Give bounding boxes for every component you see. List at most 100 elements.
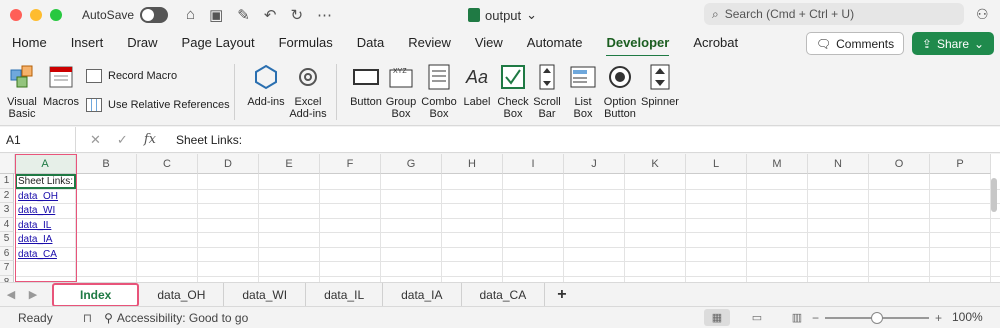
column-header-e[interactable]: E (259, 154, 320, 174)
macro-recording-icon[interactable]: ⊓ (83, 311, 92, 325)
column-cells-k[interactable] (625, 174, 686, 282)
row-header-3[interactable]: 3 (0, 203, 14, 218)
row-header-6[interactable]: 6 (0, 246, 14, 261)
row-header-5[interactable]: 5 (0, 232, 14, 247)
home-icon[interactable]: ⌂ (186, 6, 195, 24)
worksheet-grid[interactable]: A B C D E F G H I J K L M N O P 1 2 3 4 5 6 7 8 Sheet Links: data… (0, 154, 1000, 282)
button-control[interactable]: Button (346, 62, 386, 108)
normal-view-icon[interactable]: ▦ (704, 309, 730, 326)
share-button[interactable]: ⇪ Share ⌄ (912, 32, 994, 55)
macros-button[interactable]: Macros (42, 62, 80, 108)
column-cells-p[interactable] (930, 174, 991, 282)
tab-view[interactable]: View (463, 30, 515, 56)
tab-review[interactable]: Review (396, 30, 463, 56)
scroll-bar-control[interactable]: Scroll Bar (532, 62, 562, 120)
tab-insert[interactable]: Insert (59, 30, 116, 56)
column-header-h[interactable]: H (442, 154, 503, 174)
tab-acrobat[interactable]: Acrobat (681, 30, 750, 56)
tab-data[interactable]: Data (345, 30, 396, 56)
row-header-7[interactable]: 7 (0, 261, 14, 276)
option-button-control[interactable]: Option Button (602, 62, 638, 120)
vertical-scrollbar[interactable] (991, 178, 997, 212)
select-all-corner[interactable] (0, 154, 15, 174)
redo-icon[interactable]: ↻ (290, 6, 303, 24)
zoom-slider-knob[interactable] (871, 312, 884, 324)
name-box[interactable]: A1 (0, 126, 76, 153)
column-header-p[interactable]: P (930, 154, 991, 174)
column-header-f[interactable]: F (320, 154, 381, 174)
cancel-icon[interactable]: ✕ (90, 132, 101, 148)
save-icon[interactable]: ▣ (209, 6, 223, 24)
row-header-4[interactable]: 4 (0, 217, 14, 232)
sheet-tab-data-oh[interactable]: data_OH (139, 282, 225, 307)
excel-addins-button[interactable]: Excel Add-ins (288, 62, 328, 120)
zoom-window-button[interactable] (50, 9, 62, 21)
close-window-button[interactable] (10, 9, 22, 21)
column-cells-n[interactable] (808, 174, 869, 282)
confirm-icon[interactable]: ✓ (117, 132, 128, 148)
more-icon[interactable]: ⋯ (317, 6, 332, 24)
addins-button[interactable]: Add-ins (246, 62, 286, 108)
next-sheet-icon[interactable]: ▶ (22, 288, 44, 301)
column-header-l[interactable]: L (686, 154, 747, 174)
column-cells-m[interactable] (747, 174, 808, 282)
row-header-1[interactable]: 1 (0, 174, 14, 189)
sheet-tab-index[interactable]: Index (52, 282, 140, 307)
column-header-c[interactable]: C (137, 154, 198, 174)
column-header-n[interactable]: N (808, 154, 869, 174)
page-break-view-icon[interactable]: ▥ (784, 309, 810, 326)
column-cells-h[interactable] (442, 174, 503, 282)
sheet-tab-data-ca[interactable]: data_CA (462, 282, 546, 307)
function-icon[interactable]: fx (144, 132, 156, 148)
zoom-in-icon[interactable]: + (935, 311, 942, 325)
zoom-slider[interactable] (825, 312, 930, 324)
previous-sheet-icon[interactable]: ◀ (0, 288, 22, 301)
column-cells-j[interactable] (564, 174, 625, 282)
check-box-control[interactable]: Check Box (496, 62, 530, 120)
column-cells-f[interactable] (320, 174, 381, 282)
column-header-i[interactable]: I (503, 154, 564, 174)
column-header-d[interactable]: D (198, 154, 259, 174)
tab-developer[interactable]: Developer (594, 30, 681, 57)
zoom-percentage[interactable]: 100% (952, 310, 983, 324)
column-cells-i[interactable] (503, 174, 564, 282)
combo-box-control[interactable]: Combo Box (420, 62, 458, 120)
tab-draw[interactable]: Draw (115, 30, 169, 56)
column-cells-d[interactable] (198, 174, 259, 282)
column-header-b[interactable]: B (76, 154, 137, 174)
column-header-j[interactable]: J (564, 154, 625, 174)
tab-home[interactable]: Home (0, 30, 59, 56)
spinner-control[interactable]: Spinner (638, 62, 682, 108)
search-input[interactable]: ⌕ Search (Cmd + Ctrl + U) (704, 3, 964, 25)
column-header-g[interactable]: G (381, 154, 442, 174)
sheet-tab-data-ia[interactable]: data_IA (383, 282, 462, 307)
column-header-k[interactable]: K (625, 154, 686, 174)
column-cells-l[interactable] (686, 174, 747, 282)
autosave-toggle[interactable] (140, 7, 169, 23)
zoom-out-icon[interactable]: − (812, 311, 819, 325)
tab-automate[interactable]: Automate (515, 30, 595, 56)
minimize-window-button[interactable] (30, 9, 42, 21)
column-cells-c[interactable] (137, 174, 198, 282)
people-icon[interactable]: ⚇ (976, 6, 989, 23)
document-title[interactable]: output ⌄ (468, 7, 537, 23)
accessibility-status[interactable]: ⚲ Accessibility: Good to go (104, 311, 248, 325)
relative-references-button[interactable]: Use Relative References (86, 98, 230, 112)
sheet-tab-data-il[interactable]: data_IL (306, 282, 384, 307)
column-header-o[interactable]: O (869, 154, 930, 174)
column-cells-b[interactable] (76, 174, 137, 282)
visual-basic-button[interactable]: Visual Basic (4, 62, 40, 120)
list-box-control[interactable]: List Box (566, 62, 600, 120)
tab-formulas[interactable]: Formulas (267, 30, 345, 56)
add-sheet-button[interactable]: + (545, 283, 578, 307)
record-macro-button[interactable]: Record Macro (86, 69, 177, 83)
edit-icon[interactable]: ✎ (237, 6, 250, 24)
column-cells-g[interactable] (381, 174, 442, 282)
row-header-2[interactable]: 2 (0, 188, 14, 203)
column-header-m[interactable]: M (747, 154, 808, 174)
page-layout-view-icon[interactable]: ▭ (744, 309, 770, 326)
column-cells-e[interactable] (259, 174, 320, 282)
column-cells-o[interactable] (869, 174, 930, 282)
tab-page-layout[interactable]: Page Layout (170, 30, 267, 56)
group-box-control[interactable]: XYZ Group Box (384, 62, 418, 120)
